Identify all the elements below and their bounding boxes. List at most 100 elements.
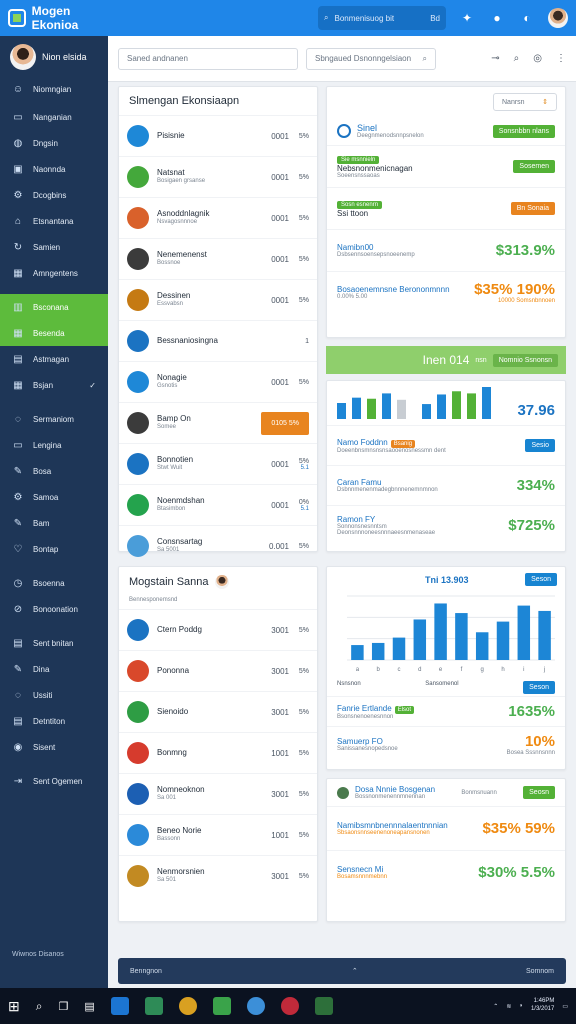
highlight-badge[interactable]: 0105 5% (261, 411, 309, 435)
chart-kpi-row[interactable]: Fanrie Ertlande Elsot Bsonsnenoenesnnon 163… (327, 696, 565, 726)
chart-button-2[interactable]: Seson (523, 681, 555, 694)
sidebar-item-6[interactable]: ↻ Samien (0, 234, 108, 260)
list-item[interactable]: Noenmdshan Btasimbon 0001 0% 5.1 (119, 484, 317, 525)
sidebar-item-21[interactable]: ✎ Dina (0, 656, 108, 682)
sidebar-item-5[interactable]: ⌂ Etsnantana (0, 208, 108, 234)
list-item[interactable]: Asnoddnlagnik Nsvagosnnnoe 0001 5% (119, 197, 317, 238)
bar[interactable] (371, 642, 385, 660)
bar-panel-row[interactable]: Caran Famu Dsbnnmenenmadegbnnnenemnmnon 33… (327, 465, 565, 505)
kpi-row[interactable]: Sosn esnenrn Ssi ttoon Bn Sonaia (327, 187, 565, 229)
search-icon[interactable]: ⌕ (514, 53, 520, 64)
bar[interactable] (351, 645, 364, 660)
kpi-row[interactable]: Bosaoenemnsne Berononmnnn 0.00% 5.00 $35% … (327, 271, 565, 313)
top-search[interactable]: ⌕ Bonmenisuog bit Bd (318, 6, 446, 30)
sidebar-profile[interactable]: Nion elsida (0, 36, 108, 74)
sidebar-item-24[interactable]: ◉ Sisent (0, 734, 108, 760)
sidebar-item-0[interactable]: ☺ Niomngian (0, 74, 108, 104)
app-brand[interactable]: Mogen Ekonioa (8, 4, 118, 32)
list-item[interactable]: Ctern Poddg 3001 5% (119, 609, 317, 650)
chart-button[interactable]: Seson (525, 573, 557, 586)
volume-icon[interactable]: ◗ (519, 1003, 523, 1009)
kpi-row[interactable]: Namibn00 Dsbsennsoensepsnoeenemp $313.9% (327, 229, 565, 271)
list-item[interactable]: Nenmorsnien Sa 501 3001 5% (119, 855, 317, 896)
dark-mode-icon[interactable]: ◐ (518, 9, 536, 27)
list-item[interactable]: Bamp On Somee 0105 5% (119, 402, 317, 443)
chevron-up-icon[interactable]: ⌃ (493, 1003, 498, 1010)
bar[interactable] (413, 619, 427, 660)
list-item[interactable]: Nomneoknon Sa 001 3001 5% (119, 773, 317, 814)
sidebar-item-7[interactable]: ▦ Amngentens (0, 260, 108, 286)
kpi-action-button[interactable]: Sonsnbbn nlans (492, 124, 555, 138)
star-icon[interactable]: ✦ (458, 9, 476, 27)
kpi-badge[interactable]: Bn Sonaia (510, 202, 555, 215)
bar[interactable] (538, 610, 551, 660)
media-icon[interactable] (280, 997, 299, 1015)
bar[interactable] (517, 605, 531, 660)
sidebar-item-12[interactable]: ◌ Sermaniom (0, 406, 108, 432)
sidebar-item-20[interactable]: ▤ Sent bnitan (0, 630, 108, 656)
camera-icon[interactable]: ◎ (533, 53, 542, 64)
list-item[interactable]: Pononna 3001 5% (119, 650, 317, 691)
list-item[interactable]: Consnsartag Sa 5001 0.001 5% (119, 525, 317, 566)
app-icon[interactable] (212, 997, 231, 1015)
chart-kpi-row[interactable]: Samuerp FO Sanissanesnopedsnoe 10% Bosea Ss… (327, 726, 565, 762)
sidebar-item-10[interactable]: ▤ Astmagan (0, 346, 108, 372)
sidebar-item-17[interactable]: ♡ Bontap (0, 536, 108, 562)
sidebar-item-11[interactable]: ▦ Bsjan ✓ (0, 372, 108, 398)
sidebar-item-3[interactable]: ▣ Naonnda (0, 156, 108, 182)
bottom-row[interactable]: Sensnecn Mi Bosamsnnnmebnn $30% 5.5% (327, 850, 565, 894)
wifi-icon[interactable]: ≋ (506, 1003, 511, 1010)
chrome-icon[interactable] (178, 997, 197, 1015)
search-input[interactable]: Saned andnanen (118, 47, 298, 70)
more-icon[interactable]: ⋮ (556, 53, 566, 64)
bar-panel-row[interactable]: Ramon FY Sonnonsnesnntsm Deonsnnnoneesnnna… (327, 505, 565, 545)
filter-input[interactable]: Sbngaued Dsnonngelsiaon ⌕ (306, 47, 436, 70)
sidebar-item-2[interactable]: ◍ Dngsin (0, 130, 108, 156)
search-icon[interactable]: ⌕ (36, 999, 43, 1014)
period-select[interactable]: Nanrsn ⇕ (493, 93, 557, 111)
sidebar-item-9[interactable]: ▦ Besenda (0, 320, 108, 346)
edge-icon[interactable] (110, 997, 129, 1015)
bar-panel-row[interactable]: Namo Foddnn Bsanig Doeenbnsmnsnsnsaooenosn… (327, 425, 565, 465)
bar[interactable] (496, 621, 510, 660)
bar[interactable] (455, 613, 468, 660)
list-item[interactable]: Sienoido 3001 5% (119, 691, 317, 732)
photos-icon[interactable] (144, 997, 163, 1015)
kpi-row[interactable]: Sie msnnieln Nebsnonmenicnagan Soeensnssao… (327, 145, 565, 187)
sidebar-item-16[interactable]: ✎ Bam (0, 510, 108, 536)
scroll-up-icon[interactable]: ⌃ (352, 967, 358, 975)
windows-start-icon[interactable]: ⊞ (8, 998, 20, 1015)
list-item[interactable]: Beneo Norie Bassonn 1001 5% (119, 814, 317, 855)
bottom-panel-button[interactable]: Seosn (523, 786, 555, 799)
news-icon[interactable]: ▤ (84, 1000, 94, 1013)
list-item[interactable]: Natsnat Bosigaen grsanse 0001 5% (119, 156, 317, 197)
row-button[interactable]: Sesio (525, 439, 555, 452)
list-item[interactable]: Bonnotien Stwt Wuit 0001 5% 5.1 (119, 443, 317, 484)
sidebar-item-23[interactable]: ▤ Detntiton (0, 708, 108, 734)
sidebar-item-19[interactable]: ⊘ Bonoonation (0, 596, 108, 622)
task-view-icon[interactable]: ❐ (58, 1000, 68, 1013)
sidebar-item-4[interactable]: ⚙ Dcogbins (0, 182, 108, 208)
sidebar-item-25[interactable]: ⇥ Sent Ogemen (0, 768, 108, 794)
browser-icon[interactable] (246, 997, 265, 1015)
top-search-button[interactable]: Bd (430, 14, 440, 23)
banner-button[interactable]: Nomnio Ssnonsn (492, 353, 558, 367)
list-item[interactable]: Pisisnie 0001 5% (119, 115, 317, 156)
sidebar-item-13[interactable]: ▭ Lengina (0, 432, 108, 458)
list-item[interactable]: Bessnaniosingna 1 (119, 320, 317, 361)
avatar[interactable] (548, 8, 568, 28)
toggle-icon[interactable]: ⊸ (491, 53, 499, 64)
sidebar-item-22[interactable]: ◌ Ussiti (0, 682, 108, 708)
sidebar-item-14[interactable]: ✎ Bosa (0, 458, 108, 484)
bottom-row[interactable]: Namibsmnbnennnalaentnnnian Sbsaonsnnseene… (327, 806, 565, 850)
kpi-badge[interactable]: Sosemen (513, 160, 555, 173)
excel-icon[interactable] (314, 997, 333, 1015)
bar[interactable] (434, 603, 447, 660)
list-item[interactable]: Bonmng 1001 5% (119, 732, 317, 773)
list-item[interactable]: Nenemenenst Bossnoe 0001 5% (119, 238, 317, 279)
sidebar-item-15[interactable]: ⚙ Samoa (0, 484, 108, 510)
sidebar-item-18[interactable]: ◷ Bsoenna (0, 570, 108, 596)
bar[interactable] (392, 637, 406, 660)
sidebar-item-1[interactable]: ▭ Nanganian (0, 104, 108, 130)
bar[interactable] (475, 632, 489, 660)
